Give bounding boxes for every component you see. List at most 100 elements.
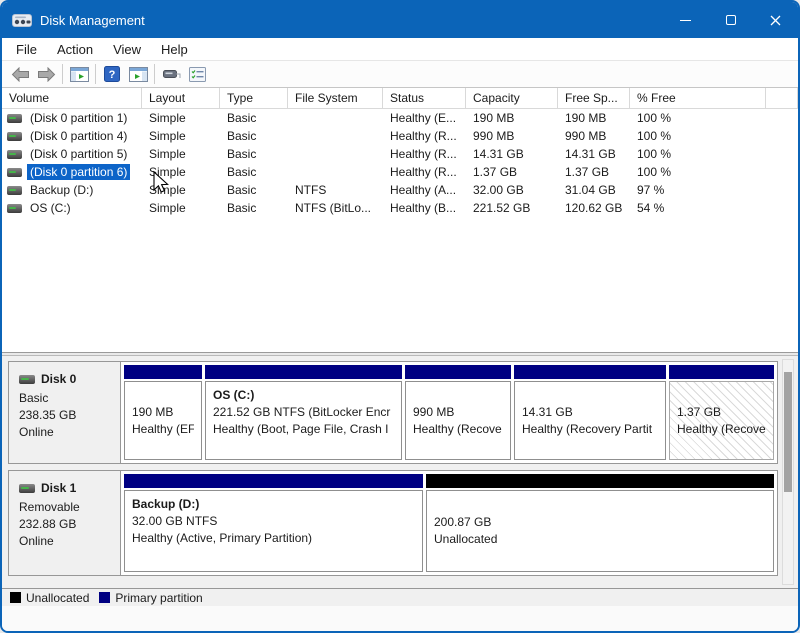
- volume-icon: [7, 204, 22, 213]
- cell-filesystem: NTFS: [288, 183, 383, 197]
- volume-icon: [7, 186, 22, 195]
- column-header-layout[interactable]: Layout: [142, 88, 220, 109]
- maximize-icon: [726, 15, 736, 25]
- forward-icon[interactable]: [33, 62, 59, 86]
- menu-view[interactable]: View: [103, 38, 151, 60]
- legend-unallocated: Unallocated: [10, 591, 89, 605]
- cell-type: Basic: [220, 129, 288, 143]
- cell-layout: Simple: [142, 129, 220, 143]
- partition-header: [514, 365, 666, 379]
- menu-file[interactable]: File: [6, 38, 47, 60]
- cell-status: Healthy (R...: [383, 147, 466, 161]
- cell-status: Healthy (A...: [383, 183, 466, 197]
- column-header-freespace[interactable]: Free Sp...: [558, 88, 630, 109]
- column-header-status[interactable]: Status: [383, 88, 466, 109]
- app-icon: [12, 13, 32, 28]
- partition-recovery-990mb[interactable]: 990 MB Healthy (Recove: [405, 365, 511, 460]
- volume-name: (Disk 0 partition 1): [27, 110, 130, 126]
- legend-primary-partition: Primary partition: [99, 591, 202, 605]
- graphical-view-pane: Disk 0 Basic 238.35 GB Online 190 MB Hea…: [2, 356, 798, 588]
- disk-name: Disk 0: [41, 371, 76, 388]
- help-icon[interactable]: ?: [99, 62, 125, 86]
- menu-bar: File Action View Help: [2, 38, 798, 60]
- cell-pctfree: 100 %: [630, 165, 766, 179]
- disk-0-row: Disk 0 Basic 238.35 GB Online 190 MB Hea…: [8, 361, 778, 464]
- volume-name: (Disk 0 partition 6): [27, 164, 130, 180]
- disk-icon: [19, 484, 35, 493]
- cell-status: Healthy (B...: [383, 201, 466, 215]
- cell-type: Basic: [220, 111, 288, 125]
- show-action-pane-icon[interactable]: [125, 62, 151, 86]
- disk-1-info[interactable]: Disk 1 Removable 232.88 GB Online: [9, 471, 121, 575]
- disk-size: 238.35 GB: [19, 407, 116, 424]
- close-button[interactable]: [753, 2, 798, 38]
- legend-bar: Unallocated Primary partition: [2, 588, 798, 606]
- svg-text:?: ?: [109, 69, 116, 81]
- partition-os-c[interactable]: OS (C:) 221.52 GB NTFS (BitLocker Encr H…: [205, 365, 402, 460]
- disk-type: Removable: [19, 499, 116, 516]
- disk-0-info[interactable]: Disk 0 Basic 238.35 GB Online: [9, 362, 121, 463]
- volume-icon: [7, 168, 22, 177]
- primary-partition-swatch: [99, 592, 110, 603]
- volume-row[interactable]: Backup (D:) Simple Basic NTFS Healthy (A…: [2, 181, 798, 199]
- volume-row[interactable]: (Disk 0 partition 4) Simple Basic Health…: [2, 127, 798, 145]
- volume-row[interactable]: (Disk 0 partition 5) Simple Basic Health…: [2, 145, 798, 163]
- volume-icon: [7, 132, 22, 141]
- partition-header: [669, 365, 774, 379]
- disk-name: Disk 1: [41, 480, 76, 497]
- cell-capacity: 190 MB: [466, 111, 558, 125]
- cell-type: Basic: [220, 201, 288, 215]
- cell-status: Healthy (R...: [383, 129, 466, 143]
- properties-icon[interactable]: [184, 62, 210, 86]
- vertical-scrollbar[interactable]: [782, 359, 794, 585]
- cell-filesystem: NTFS (BitLo...: [288, 201, 383, 215]
- device-icon[interactable]: [158, 62, 184, 86]
- volume-name: (Disk 0 partition 4): [27, 128, 130, 144]
- volume-row[interactable]: OS (C:) Simple Basic NTFS (BitLo... Heal…: [2, 199, 798, 217]
- partition-efi[interactable]: 190 MB Healthy (EFI: [124, 365, 202, 460]
- partition-header: [426, 474, 774, 488]
- column-header-filesystem[interactable]: File System: [288, 88, 383, 109]
- disk-icon: [19, 375, 35, 384]
- volume-name: OS (C:): [27, 200, 74, 216]
- disk-size: 232.88 GB: [19, 516, 116, 533]
- status-strip: [2, 606, 798, 631]
- partition-recovery-selected[interactable]: 1.37 GB Healthy (Recovery: [669, 365, 774, 460]
- cell-layout: Simple: [142, 201, 220, 215]
- toolbar-separator: [95, 64, 96, 84]
- back-icon[interactable]: [7, 62, 33, 86]
- title-bar[interactable]: Disk Management: [2, 2, 798, 38]
- volume-row[interactable]: (Disk 0 partition 1) Simple Basic Health…: [2, 109, 798, 127]
- partition-backup-d[interactable]: Backup (D:) 32.00 GB NTFS Healthy (Activ…: [124, 474, 423, 572]
- cell-type: Basic: [220, 183, 288, 197]
- partition-recovery-14gb[interactable]: 14.31 GB Healthy (Recovery Partit: [514, 365, 666, 460]
- menu-help[interactable]: Help: [151, 38, 198, 60]
- cell-free: 31.04 GB: [558, 183, 630, 197]
- cell-type: Basic: [220, 165, 288, 179]
- partition-unallocated[interactable]: 200.87 GB Unallocated: [426, 474, 774, 572]
- cell-capacity: 990 MB: [466, 129, 558, 143]
- cell-free: 190 MB: [558, 111, 630, 125]
- toolbar-separator: [154, 64, 155, 84]
- volume-list-pane: Volume Layout Type File System Status Ca…: [2, 88, 798, 352]
- cell-pctfree: 100 %: [630, 147, 766, 161]
- volume-row-selected[interactable]: (Disk 0 partition 6) Simple Basic Health…: [2, 163, 798, 181]
- cell-layout: Simple: [142, 183, 220, 197]
- column-header-type[interactable]: Type: [220, 88, 288, 109]
- column-header-pctfree[interactable]: % Free: [630, 88, 766, 109]
- minimize-button[interactable]: [663, 2, 708, 38]
- column-header-capacity[interactable]: Capacity: [466, 88, 558, 109]
- maximize-button[interactable]: [708, 2, 753, 38]
- minimize-icon: [680, 20, 691, 21]
- toolbar: ?: [2, 60, 798, 88]
- toolbar-separator: [62, 64, 63, 84]
- scrollbar-thumb[interactable]: [784, 372, 792, 492]
- partition-header: [405, 365, 511, 379]
- disk-1-row: Disk 1 Removable 232.88 GB Online Backup…: [8, 470, 778, 576]
- cell-capacity: 32.00 GB: [466, 183, 558, 197]
- column-header-volume[interactable]: Volume: [2, 88, 142, 109]
- show-console-tree-icon[interactable]: [66, 62, 92, 86]
- menu-action[interactable]: Action: [47, 38, 103, 60]
- cell-type: Basic: [220, 147, 288, 161]
- cell-capacity: 221.52 GB: [466, 201, 558, 215]
